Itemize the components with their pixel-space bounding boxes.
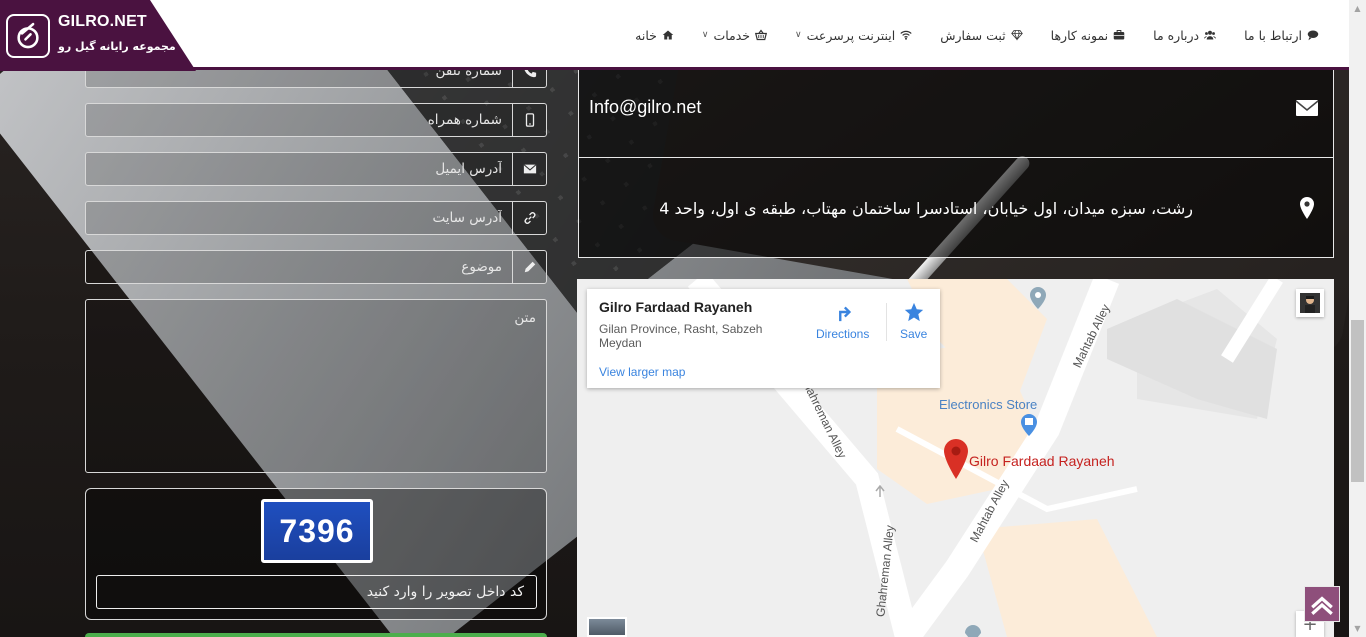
- email-row: Info@gilro.net: [579, 57, 1333, 158]
- save-button[interactable]: Save: [900, 301, 927, 341]
- map-label-electronics-store: Electronics Store: [939, 397, 1038, 412]
- star-icon: [904, 302, 923, 322]
- mobile-input[interactable]: [86, 104, 512, 136]
- scrollbar-thumb[interactable]: [1351, 320, 1364, 482]
- website-input[interactable]: [86, 202, 512, 234]
- map-place-address: Gilan Province, Rasht, Sabzeh Meydan: [599, 322, 763, 350]
- envelope-icon: [1293, 94, 1321, 122]
- nav-item-label: نمونه کارها: [1050, 27, 1109, 43]
- map-label-marker: Gilro Fardaad Rayaneh: [969, 453, 1115, 469]
- directions-button[interactable]: Directions: [816, 301, 869, 341]
- submit-button[interactable]: [85, 633, 547, 637]
- map-place-name: Gilro Fardaad Rayaneh: [599, 299, 753, 315]
- view-larger-map-link[interactable]: View larger map: [599, 365, 685, 379]
- users-icon: [1204, 29, 1217, 41]
- nav-item-portfolio[interactable]: نمونه کارها: [1051, 28, 1126, 43]
- mobile-icon: [512, 104, 546, 136]
- wifi-icon: [900, 29, 912, 41]
- logo-mark-icon: [6, 14, 50, 58]
- street-view-pegman-icon[interactable]: [1296, 289, 1324, 317]
- nav-item-label: خانه: [635, 27, 657, 43]
- mobile-field: [85, 103, 547, 137]
- subject-field: [85, 250, 547, 284]
- link-icon: [512, 202, 546, 234]
- map-marker-icon: [1293, 194, 1321, 222]
- nav-item-internet[interactable]: اینترنت پرسرعت ∨: [795, 28, 912, 43]
- main-nav: خانه خدمات ∨ اینترنت پرسرعت ∨ ثبت سفارش: [635, 0, 1319, 70]
- nav-item-label: ارتباط با ما: [1244, 27, 1302, 43]
- nav-item-label: درباره ما: [1153, 27, 1200, 43]
- chevron-down-icon: ∨: [795, 30, 802, 40]
- subject-input[interactable]: [86, 251, 512, 283]
- scroll-up-arrow-icon[interactable]: ▲: [1349, 0, 1366, 17]
- briefcase-icon: [1113, 29, 1125, 41]
- save-label: Save: [900, 327, 928, 341]
- website-field: [85, 201, 547, 235]
- diamond-icon: [1010, 29, 1023, 41]
- pencil-icon: [512, 251, 546, 283]
- nav-item-label: ثبت سفارش: [940, 27, 1006, 43]
- google-map[interactable]: Electronics Store Gilro Fardaad Rayaneh …: [577, 279, 1334, 637]
- envelope-icon: [512, 153, 546, 185]
- contact-address: رشت، سبزه میدان، اول خیابان، استادسرا سا…: [659, 199, 1193, 218]
- nav-item-label: خدمات: [713, 27, 751, 43]
- captcha-input[interactable]: [96, 575, 537, 609]
- contact-email[interactable]: Info@gilro.net: [589, 97, 701, 118]
- message-textarea[interactable]: [85, 299, 547, 473]
- email-field: [85, 152, 547, 186]
- logo-title: GILRO.NET: [58, 13, 147, 30]
- directions-label: Directions: [816, 327, 870, 341]
- captcha-image: 7396: [261, 499, 373, 563]
- nav-item-order[interactable]: ثبت سفارش: [940, 27, 1023, 43]
- directions-icon: [838, 306, 851, 322]
- scroll-down-arrow-icon[interactable]: ▼: [1349, 620, 1366, 637]
- site-header: خانه خدمات ∨ اینترنت پرسرعت ∨ ثبت سفارش: [0, 0, 1349, 70]
- basket-icon: [755, 29, 768, 41]
- nav-item-label: اینترنت پرسرعت: [806, 27, 896, 43]
- page-scrollbar[interactable]: ▲ ▼: [1349, 0, 1366, 637]
- logo-subtitle: مجموعه رایانه گیل رو: [58, 40, 176, 53]
- captcha-code: 7396: [264, 502, 370, 560]
- chevron-up-icon: [1311, 596, 1333, 615]
- nav-item-about[interactable]: درباره ما: [1153, 27, 1217, 43]
- map-layer-thumbnail[interactable]: [587, 617, 627, 637]
- email-input[interactable]: [86, 153, 512, 185]
- nav-item-services[interactable]: خدمات ∨: [701, 27, 768, 43]
- comment-icon: [1307, 29, 1319, 41]
- map-info-card: Gilro Fardaad Rayaneh Gilan Province, Ra…: [587, 289, 940, 388]
- card-divider: [886, 303, 887, 341]
- chevron-down-icon: ∨: [701, 30, 709, 40]
- back-to-top-button[interactable]: [1304, 586, 1340, 622]
- home-icon: [662, 29, 674, 41]
- contact-info-panel: Info@gilro.net رشت، سبزه میدان، اول خیاب…: [578, 56, 1334, 258]
- nav-item-contact[interactable]: ارتباط با ما: [1244, 28, 1319, 43]
- address-row: رشت، سبزه میدان، اول خیابان، استادسرا سا…: [579, 158, 1333, 258]
- captcha-panel: 7396: [85, 488, 547, 620]
- nav-item-home[interactable]: خانه: [635, 28, 674, 43]
